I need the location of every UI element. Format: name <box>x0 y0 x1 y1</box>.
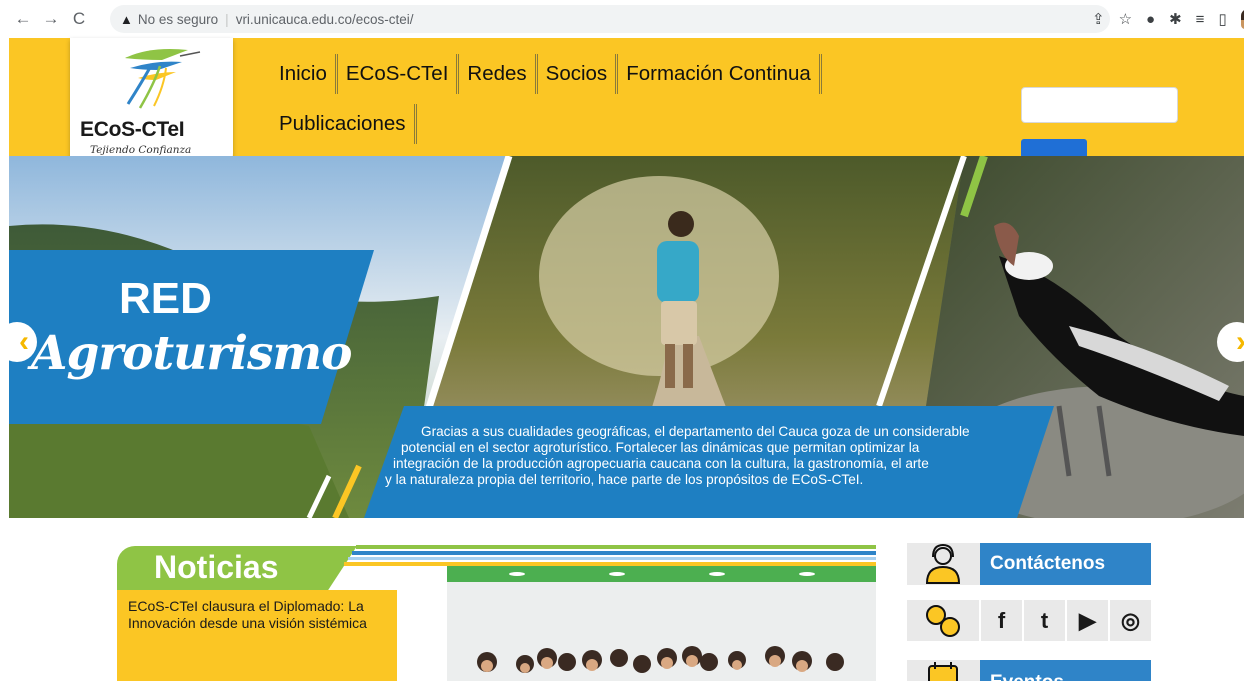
hero-description: Gracias a sus cualidades geográficas, el… <box>385 424 1033 488</box>
address-bar[interactable]: ▲ No es seguro | vri.unicauca.edu.co/eco… <box>110 5 1110 33</box>
url-text: vri.unicauca.edu.co/ecos-ctei/ <box>235 11 414 27</box>
nav-publicaciones[interactable]: Publicaciones <box>271 104 417 144</box>
social-links: f t ▶ ◎ <box>907 600 1151 641</box>
url-separator: | <box>225 11 229 27</box>
reload-icon[interactable]: C <box>68 8 90 30</box>
hero-line-2: potencial en el sector agroturístico. Fo… <box>401 440 920 455</box>
puzzle-icon[interactable]: ✱ <box>1169 10 1182 28</box>
contact-block[interactable]: Contáctenos <box>907 543 1151 585</box>
nav-formacion-continua[interactable]: Formación Continua <box>618 54 822 94</box>
group-photo-image <box>447 566 876 681</box>
logo-title: ECoS-CTeI <box>80 118 185 141</box>
instagram-icon[interactable]: ◎ <box>1110 600 1151 641</box>
security-label: No es seguro <box>137 11 219 27</box>
share-icon[interactable]: ⇪ <box>1092 10 1105 28</box>
logo-tagline: Tejiendo Confianza <box>90 144 192 156</box>
chevron-left-icon: ‹ <box>19 325 29 358</box>
news-headline[interactable]: ECoS-CTeI clausura el Diplomado: La Inno… <box>128 598 393 632</box>
headset-user-icon <box>925 543 961 584</box>
events-link[interactable]: Eventos <box>980 660 1151 681</box>
site-header: ECoS-CTeI Tejiendo Confianza Inicio ECoS… <box>9 38 1244 179</box>
bookmark-star-icon[interactable]: ☆ <box>1119 10 1132 28</box>
nav-ecos-ctei[interactable]: ECoS-CTeI <box>338 54 460 94</box>
events-icon-box <box>907 660 980 681</box>
noticias-title: Noticias <box>154 549 279 585</box>
youtube-icon[interactable]: ▶ <box>1067 600 1108 641</box>
facebook-icon[interactable]: f <box>981 600 1022 641</box>
warning-icon: ▲ <box>120 11 133 27</box>
hero-slider: RED Agroturismo Gracias a sus cualidades… <box>9 156 1244 518</box>
hero-line-3: integración de la producción agropecuari… <box>393 456 929 471</box>
side-panel-icon[interactable]: ▯ <box>1218 10 1226 28</box>
search-button[interactable] <box>1021 139 1087 156</box>
events-block[interactable]: Eventos <box>907 660 1151 681</box>
users-group-icon[interactable] <box>907 600 979 641</box>
extension-icon[interactable]: ● <box>1146 11 1155 28</box>
reading-list-icon[interactable]: ≡ <box>1196 11 1205 28</box>
contact-link[interactable]: Contáctenos <box>980 543 1151 585</box>
back-arrow-icon[interactable]: ← <box>12 8 34 30</box>
section-stripes <box>344 545 876 566</box>
main-navigation: Inicio ECoS-CTeI Redes Socios Formación … <box>271 54 891 154</box>
calendar-icon <box>928 662 958 681</box>
hero-line-4: y la naturaleza propia del territorio, h… <box>385 472 864 487</box>
nav-inicio[interactable]: Inicio <box>271 54 338 94</box>
search-input[interactable] <box>1021 87 1178 123</box>
nav-socios[interactable]: Socios <box>538 54 619 94</box>
news-photo[interactable] <box>447 566 876 681</box>
hero-title-agroturismo: Agroturismo <box>31 326 352 381</box>
forward-arrow-icon[interactable]: → <box>40 8 62 30</box>
hero-title-red: RED <box>119 274 212 323</box>
browser-toolbar: ← → C ▲ No es seguro | vri.unicauca.edu.… <box>0 0 1244 38</box>
hero-line-1: Gracias a sus cualidades geográficas, el… <box>421 424 970 439</box>
nav-redes[interactable]: Redes <box>459 54 538 94</box>
chevron-right-icon: › <box>1236 325 1244 359</box>
contact-icon-box <box>907 543 980 585</box>
browser-nav-buttons: ← → C <box>12 8 90 30</box>
extension-icons: ⇪ ☆ ● ✱ ≡ ▯ <box>1092 9 1244 29</box>
twitter-icon[interactable]: t <box>1024 600 1065 641</box>
hummingbird-icon <box>125 49 201 109</box>
